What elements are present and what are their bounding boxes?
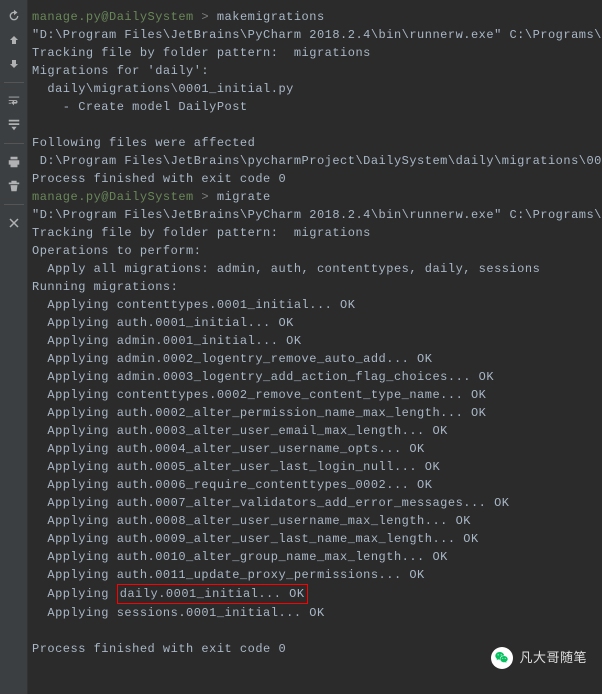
clear-icon[interactable] [6,178,22,194]
output-line: Applying auth.0011_update_proxy_permissi… [32,566,598,584]
output-line: Process finished with exit code 0 [32,170,598,188]
output-line: Tracking file by folder pattern: migrati… [32,224,598,242]
output-line: Applying admin.0001_initial... OK [32,332,598,350]
output-line: Applying auth.0008_alter_user_username_m… [32,512,598,530]
arrow-up-icon[interactable] [6,32,22,48]
toolbar-divider [4,82,24,83]
output-line: Applying auth.0003_alter_user_email_max_… [32,422,598,440]
output-line: "D:\Program Files\JetBrains\PyCharm 2018… [32,206,598,224]
wechat-icon [491,647,513,669]
toolbar-divider [4,143,24,144]
output-line: Applying auth.0006_require_contenttypes_… [32,476,598,494]
prompt-line: manage.py@DailySystem > migrate [32,188,598,206]
output-line: Applying auth.0004_alter_user_username_o… [32,440,598,458]
wrap-icon[interactable] [6,93,22,109]
output-line: Applying admin.0002_logentry_remove_auto… [32,350,598,368]
terminal-output[interactable]: manage.py@DailySystem > makemigrations "… [28,0,602,694]
arrow-down-icon[interactable] [6,56,22,72]
close-icon[interactable] [6,215,22,231]
command-text: makemigrations [217,10,325,24]
prompt-arrow: > [194,190,217,204]
watermark: 凡大哥随笔 [491,647,587,669]
prompt-context: manage.py@DailySystem [32,190,194,204]
output-line: Following files were affected [32,134,598,152]
prompt-line: manage.py@DailySystem > makemigrations [32,8,598,26]
scroll-to-end-icon[interactable] [6,117,22,133]
output-line: Running migrations: [32,278,598,296]
output-line: Migrations for 'daily': [32,62,598,80]
output-line: Applying auth.0009_alter_user_last_name_… [32,530,598,548]
highlighted-text: daily.0001_initial... OK [117,584,308,604]
output-line: Applying admin.0003_logentry_add_action_… [32,368,598,386]
output-line: Tracking file by folder pattern: migrati… [32,44,598,62]
output-line: Applying auth.0002_alter_permission_name… [32,404,598,422]
output-line: Applying sessions.0001_initial... OK [32,604,598,622]
prompt-context: manage.py@DailySystem [32,10,194,24]
output-line: Apply all migrations: admin, auth, conte… [32,260,598,278]
output-line: Applying auth.0001_initial... OK [32,314,598,332]
output-line: Operations to perform: [32,242,598,260]
print-icon[interactable] [6,154,22,170]
output-line: Applying auth.0007_alter_validators_add_… [32,494,598,512]
output-line: - Create model DailyPost [32,98,598,116]
output-text: Applying [32,587,117,601]
output-line-highlighted: Applying daily.0001_initial... OK [32,584,598,604]
output-line: "D:\Program Files\JetBrains\PyCharm 2018… [32,26,598,44]
run-toolbar [0,0,28,694]
output-line: Applying contenttypes.0001_initial... OK [32,296,598,314]
output-line: daily\migrations\0001_initial.py [32,80,598,98]
output-line: D:\Program Files\JetBrains\pycharmProjec… [32,152,598,170]
watermark-text: 凡大哥随笔 [519,648,587,668]
output-line [32,116,598,134]
output-line: Applying auth.0005_alter_user_last_login… [32,458,598,476]
rerun-icon[interactable] [6,8,22,24]
toolbar-divider [4,204,24,205]
prompt-arrow: > [194,10,217,24]
command-text: migrate [217,190,271,204]
output-line: Applying auth.0010_alter_group_name_max_… [32,548,598,566]
output-line: Applying contenttypes.0002_remove_conten… [32,386,598,404]
output-line [32,622,598,640]
